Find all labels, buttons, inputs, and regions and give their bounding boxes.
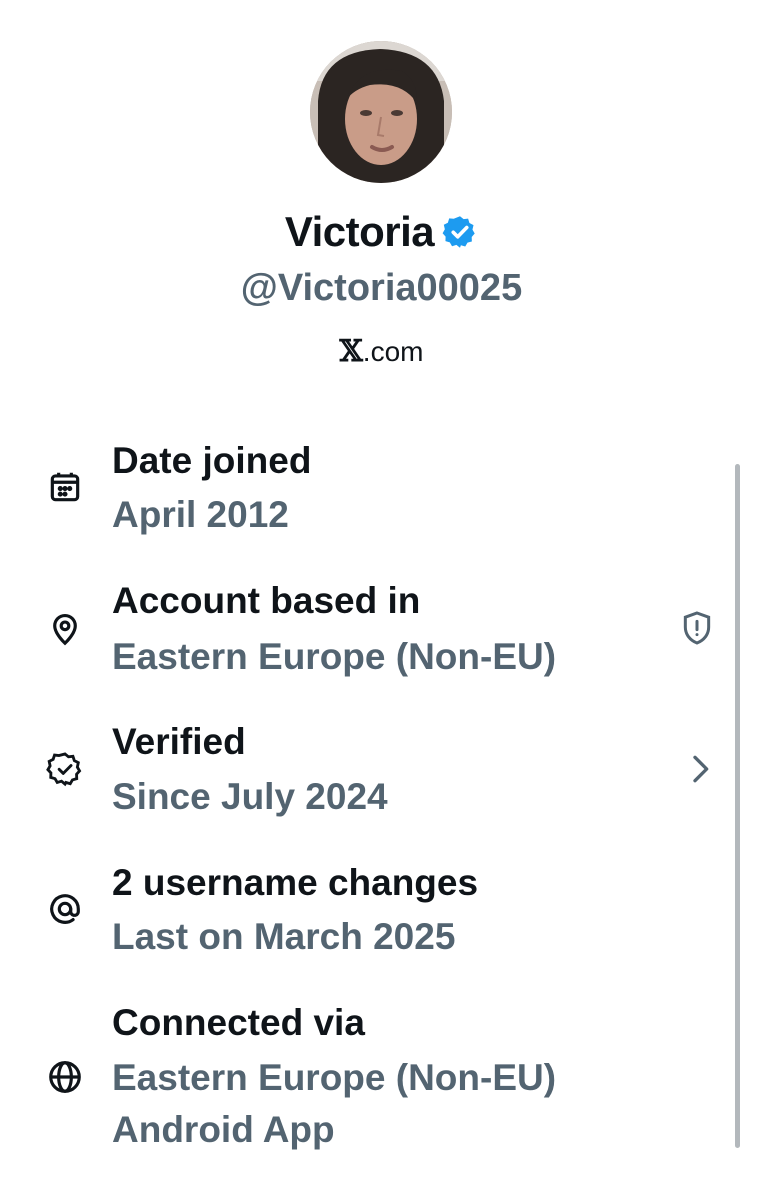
chevron-right-icon[interactable] bbox=[680, 749, 720, 789]
avatar[interactable] bbox=[310, 41, 452, 183]
info-value: Last on March 2025 bbox=[112, 916, 456, 957]
info-title: Connected via bbox=[112, 1002, 365, 1043]
scrollbar[interactable] bbox=[735, 464, 740, 1148]
info-value: April 2012 bbox=[112, 494, 289, 535]
info-value: Eastern Europe (Non-EU) bbox=[112, 636, 557, 677]
avatar-image bbox=[310, 41, 452, 183]
shield-alert-icon[interactable] bbox=[677, 608, 717, 648]
connected-source: 𝕏.com bbox=[0, 332, 763, 372]
source-domain: .com bbox=[362, 336, 424, 367]
name-row: Victoria bbox=[0, 204, 763, 260]
handle: @Victoria00025 bbox=[240, 267, 523, 309]
globe-icon bbox=[46, 1058, 84, 1096]
info-title: Account based in bbox=[112, 580, 421, 621]
location-pin-icon bbox=[46, 610, 84, 648]
verified-badge-icon[interactable] bbox=[442, 214, 478, 250]
info-title: 2 username changes bbox=[112, 862, 479, 903]
verified-outline-icon bbox=[46, 750, 84, 788]
at-sign-icon bbox=[46, 890, 84, 928]
info-value: Since July 2024 bbox=[112, 776, 388, 817]
info-title: Verified bbox=[112, 721, 246, 762]
info-value-secondary: Android App bbox=[112, 1109, 335, 1150]
info-value: Eastern Europe (Non-EU) bbox=[112, 1057, 557, 1098]
x-logo-icon: 𝕏 bbox=[339, 334, 363, 369]
calendar-icon bbox=[46, 468, 84, 506]
display-name: Victoria bbox=[284, 208, 435, 255]
info-title: Date joined bbox=[112, 440, 312, 481]
